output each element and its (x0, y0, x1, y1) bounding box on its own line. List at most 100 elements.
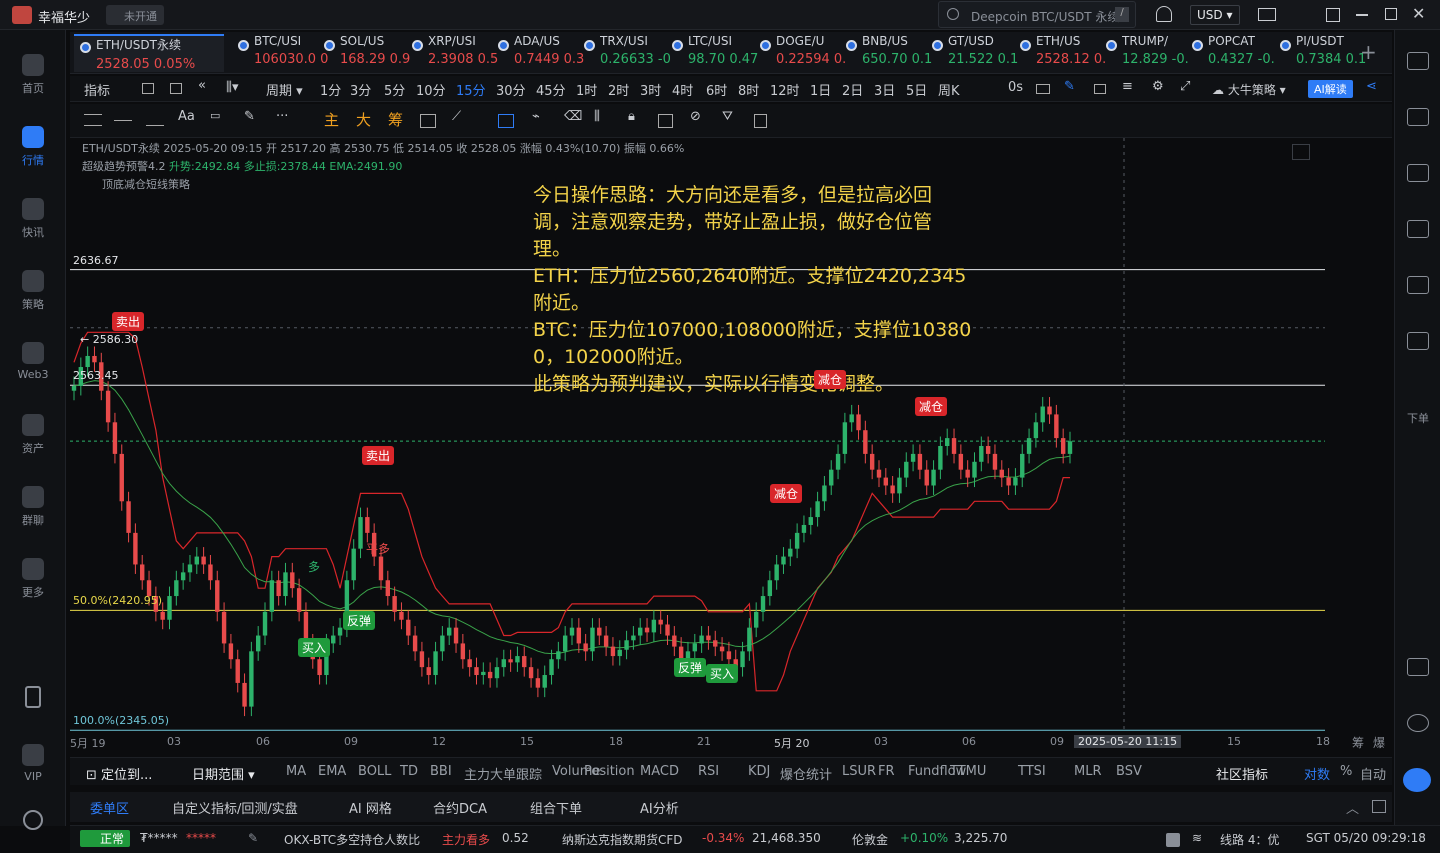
bottom-tab-1[interactable]: 自定义指标/回测/实盘 (172, 798, 298, 817)
link-icon[interactable]: ⌁ (532, 109, 540, 124)
strategy-select[interactable]: ☁ 大牛策略 ▾ (1212, 81, 1286, 98)
interval-15[interactable]: 2日 (842, 80, 863, 99)
chip-label[interactable]: 筹 (1352, 734, 1364, 751)
share-icon[interactable]: ⋖ (1366, 79, 1377, 94)
ticker2-name[interactable]: 纳斯达克指数期货CFD (562, 831, 683, 848)
bottom-tab-4[interactable]: 组合下单 (530, 798, 582, 817)
expand-icon[interactable]: ⤢ (1180, 79, 1190, 94)
line-quality[interactable]: 线路 4：优 (1220, 831, 1279, 848)
dollar-icon[interactable] (1407, 164, 1429, 182)
layout-icon[interactable] (1407, 52, 1429, 70)
symbol-tab[interactable]: ETH/USDT永续 2528.05 0.05% (74, 34, 224, 72)
layout-icon[interactable] (170, 83, 182, 94)
pencil-icon[interactable]: ✎ (248, 831, 258, 845)
signal-icon[interactable] (1407, 220, 1429, 238)
lock-icon[interactable]: 🔒︎ (628, 109, 635, 124)
indicator-bsv[interactable]: BSV (1116, 764, 1142, 779)
phone-icon[interactable] (25, 686, 41, 708)
interval-8[interactable]: 2时 (608, 80, 629, 99)
nav-item-1[interactable]: 行情 (0, 126, 66, 168)
indicator-td[interactable]: TD (400, 764, 418, 779)
indicator-爆仓统计[interactable]: 爆仓统计 (780, 764, 832, 783)
nav-item-3[interactable]: 策略 (0, 270, 66, 312)
indicator-position[interactable]: Position (584, 764, 635, 779)
log-toggle[interactable]: 对数 (1304, 764, 1330, 783)
collapse-icon[interactable]: ︿ (1346, 798, 1359, 817)
calendar-icon[interactable] (142, 83, 154, 94)
bottom-tab-2[interactable]: AI 网格 (349, 798, 392, 817)
symbol-tab[interactable]: DOGE/U 0.22594 0. (754, 34, 846, 72)
symbol-tab[interactable]: PI/USDT 0.7384 0.1 (1274, 34, 1366, 72)
interval-14[interactable]: 1日 (810, 80, 831, 99)
interval-2[interactable]: 5分 (384, 80, 405, 99)
interval-0[interactable]: 1分 (320, 80, 341, 99)
nav-item-8[interactable]: VIP (0, 744, 66, 783)
indicator-主力大单跟踪[interactable]: 主力大单跟踪 (464, 764, 542, 783)
more-tools-icon[interactable]: ··· (276, 109, 288, 124)
hline-icon[interactable] (114, 120, 132, 121)
nav-item-6[interactable]: 群聊 (0, 486, 66, 528)
symbol-tab[interactable]: ETH/US 2528.12 0. (1014, 34, 1106, 72)
card-icon[interactable] (1407, 332, 1429, 350)
eraser-icon[interactable]: ⌫ (564, 109, 582, 124)
date-range-select[interactable]: 日期范围 ▾ (192, 764, 255, 783)
vip-status-badge[interactable]: 未开通 (106, 5, 164, 25)
large-button[interactable]: 大 (356, 109, 371, 130)
seconds-toggle[interactable]: 0s (1008, 80, 1023, 95)
text-tool-icon[interactable]: Aa (178, 109, 195, 124)
edit-icon[interactable] (658, 114, 673, 128)
symbol-tab[interactable]: POPCAT 0.4327 -0. (1186, 34, 1275, 72)
candle-type-icon[interactable]: ⫼▾ (226, 80, 239, 95)
symbol-tab[interactable]: BTC/USI 106030.0 0 (232, 34, 328, 72)
interval-12[interactable]: 8时 (738, 80, 759, 99)
indicator-bbi[interactable]: BBI (430, 764, 452, 779)
indicator-ema[interactable]: EMA (318, 764, 346, 779)
camera-icon[interactable] (1036, 84, 1050, 94)
chart-area[interactable]: ETH/USDT永续 2025-05-20 09:15 开 2517.20 高 … (70, 138, 1392, 754)
auto-toggle[interactable]: 自动 (1360, 764, 1386, 783)
popout-icon[interactable] (1326, 8, 1340, 22)
symbol-tab[interactable]: SOL/US 168.29 0.9 (318, 34, 410, 72)
main-button[interactable]: 主 (324, 109, 339, 130)
burst-label[interactable]: 爆 (1373, 734, 1385, 751)
fib-icon[interactable]: ⟋ (452, 109, 461, 124)
interval-3[interactable]: 10分 (416, 80, 446, 99)
community-indicators-button[interactable]: 社区指标 (1216, 764, 1268, 783)
symbol-tab[interactable]: XRP/USI 2.3908 0.5 (406, 34, 498, 72)
period-select[interactable]: 周期 ▾ (266, 80, 303, 99)
help-icon[interactable] (1166, 833, 1180, 847)
interval-13[interactable]: 12时 (770, 80, 800, 99)
multi-line-icon[interactable] (146, 114, 164, 126)
nav-item-4[interactable]: Web3 (0, 342, 66, 381)
document-icon[interactable] (1407, 108, 1429, 126)
indicator-ma[interactable]: MA (286, 764, 306, 779)
menu-icon[interactable] (84, 114, 102, 126)
locate-button[interactable]: ⊡ 定位到... (86, 764, 152, 783)
bottom-tab-5[interactable]: AI分析 (640, 798, 679, 817)
ai-explain-button[interactable]: AI解读 (1308, 80, 1353, 98)
rewind-icon[interactable]: « (198, 78, 206, 93)
minimize-icon[interactable] (1356, 14, 1368, 16)
indicator-lsur[interactable]: LSUR (842, 764, 876, 779)
monitor-icon[interactable] (1407, 276, 1429, 294)
gear-icon[interactable]: ⚙ (1152, 79, 1164, 94)
currency-select[interactable]: USD ▾ (1190, 5, 1240, 25)
percent-toggle[interactable]: % (1340, 764, 1352, 779)
maximize-icon[interactable] (1385, 8, 1397, 20)
select-icon[interactable] (498, 114, 514, 128)
support-icon[interactable] (1407, 714, 1429, 732)
symbol-tab[interactable]: BNB/US 650.70 0.1 (840, 34, 932, 72)
draw-icon[interactable]: ✎ (1064, 79, 1075, 94)
symbol-tab[interactable]: TRUMP/12.829 -0. (1100, 34, 1189, 72)
indicator-rsi[interactable]: RSI (698, 764, 719, 779)
interval-18[interactable]: 周K (938, 80, 960, 99)
interval-17[interactable]: 5日 (906, 80, 927, 99)
interval-6[interactable]: 45分 (536, 80, 566, 99)
ticker3-name[interactable]: 伦敦金 (852, 831, 888, 848)
copy-icon[interactable] (1094, 84, 1106, 94)
bell-icon[interactable] (1156, 6, 1172, 22)
panel-expand-icon[interactable] (1372, 800, 1386, 813)
bottom-tab-0[interactable]: 委单区 (90, 798, 129, 817)
symbol-tab[interactable]: TRX/USI 0.26633 -0 (578, 34, 671, 72)
indicator-ttmu[interactable]: TTMU (950, 764, 986, 779)
